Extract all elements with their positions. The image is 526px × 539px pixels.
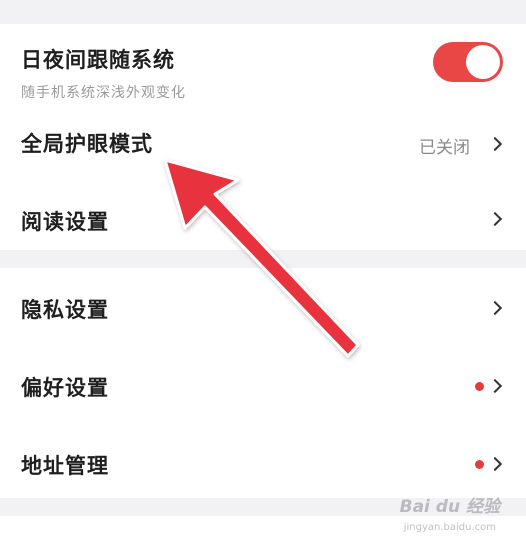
setting-row-day-night[interactable]: 日夜间跟随系统 随手机系统深浅外观变化 (0, 24, 526, 114)
setting-row-reading[interactable]: 阅读设置 (0, 184, 526, 250)
day-night-label: 日夜间跟随系统 (21, 48, 175, 72)
settings-group-display: 日夜间跟随系统 随手机系统深浅外观变化 全局护眼模式 已关闭 阅读设置 (0, 24, 526, 250)
eye-care-label: 全局护眼模式 (21, 132, 153, 156)
setting-row-address[interactable]: 地址管理 (0, 424, 526, 498)
setting-row-privacy[interactable]: 隐私设置 (0, 268, 526, 346)
eye-care-status: 已关闭 (419, 138, 470, 158)
chevron-right-icon (487, 456, 503, 472)
toggle-knob (466, 45, 500, 79)
chevron-right-icon (487, 378, 503, 394)
preference-label: 偏好设置 (21, 376, 109, 400)
chevron-right-icon (487, 211, 503, 227)
address-label: 地址管理 (21, 454, 109, 478)
setting-row-preference[interactable]: 偏好设置 (0, 346, 526, 424)
red-dot-icon (475, 460, 484, 469)
reading-label: 阅读设置 (21, 210, 109, 234)
red-dot-icon (475, 382, 484, 391)
day-night-toggle[interactable] (433, 42, 503, 82)
watermark-brand: Bai du 经验 (399, 497, 500, 517)
setting-row-eye-care[interactable]: 全局护眼模式 已关闭 (0, 114, 526, 174)
chevron-right-icon (487, 136, 503, 152)
privacy-label: 隐私设置 (21, 298, 109, 322)
settings-group-account: 隐私设置 偏好设置 地址管理 (0, 268, 526, 498)
day-night-subtitle: 随手机系统深浅外观变化 (21, 85, 186, 101)
chevron-right-icon (487, 300, 503, 316)
watermark-url: jingyan.baidu.com (403, 522, 496, 533)
